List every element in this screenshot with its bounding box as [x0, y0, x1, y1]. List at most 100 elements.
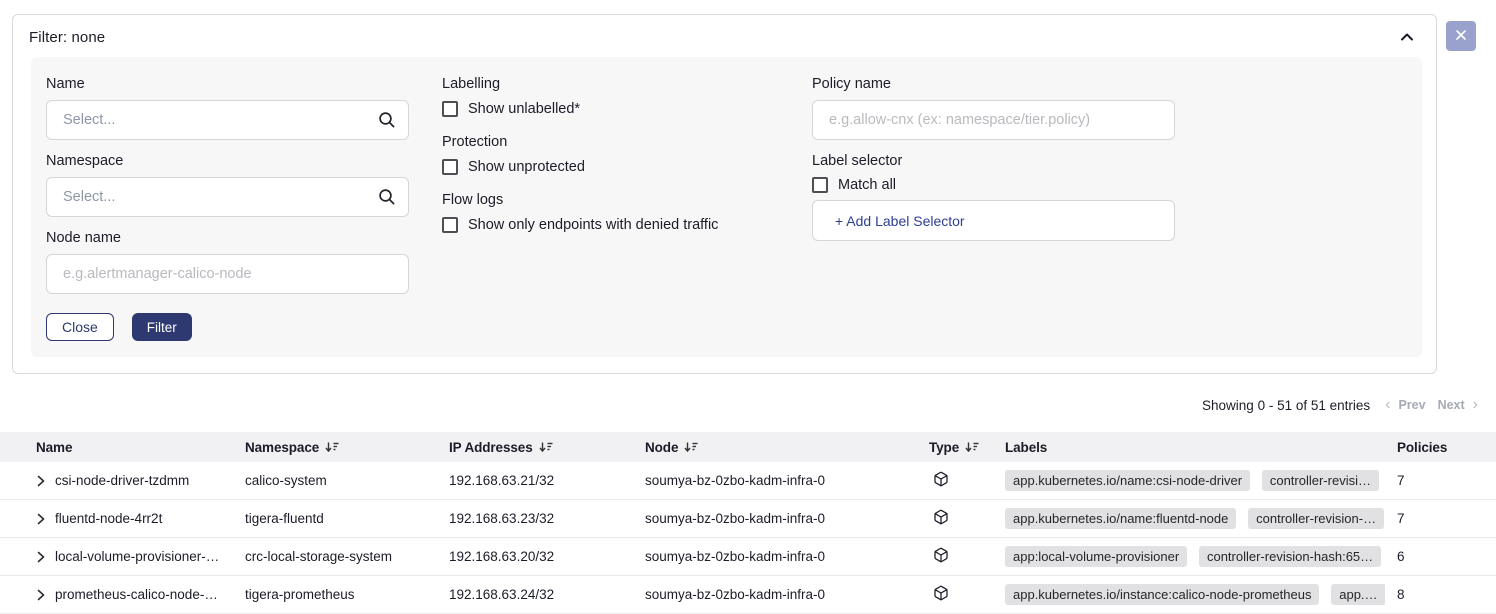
checkbox-icon — [442, 217, 458, 233]
checkbox-icon — [442, 159, 458, 175]
show-unprotected-checkbox[interactable]: Show unprotected — [442, 159, 777, 175]
close-button[interactable]: Close — [46, 313, 114, 341]
expand-row-icon[interactable] — [36, 550, 46, 564]
flow-logs-section-label: Flow logs — [442, 192, 777, 208]
labelling-section-label: Labelling — [442, 76, 777, 92]
show-unlabelled-checkbox[interactable]: Show unlabelled* — [442, 101, 777, 117]
search-icon — [378, 188, 396, 211]
endpoint-ip: 192.168.63.21/32 — [437, 473, 633, 488]
dismiss-panel-button[interactable] — [1446, 21, 1476, 51]
label-chip: controller-revision-hash:65… — [1199, 546, 1381, 567]
match-all-checkbox[interactable]: Match all — [812, 177, 1175, 193]
prev-page-button[interactable]: Prev — [1398, 398, 1425, 412]
label-chip: app.kubernetes.io/name:fluentd-node — [1005, 508, 1236, 529]
table-header-row: Name Namespace IP Addresses Node Type — [0, 432, 1496, 462]
add-label-selector-button[interactable]: + Add Label Selector — [812, 200, 1175, 241]
endpoint-labels: app.kubernetes.io/name:fluentd-node cont… — [993, 508, 1385, 529]
node-name-field-label: Node name — [46, 230, 409, 246]
sort-icon[interactable] — [325, 441, 339, 453]
search-icon — [378, 111, 396, 134]
checkbox-icon — [442, 101, 458, 117]
endpoint-policies-count: 6 — [1385, 549, 1496, 564]
close-icon — [1455, 29, 1467, 44]
endpoint-type — [917, 585, 993, 604]
endpoint-labels: app:local-volume-provisioner controller-… — [993, 546, 1385, 567]
column-header-name: Name — [0, 440, 233, 455]
namespace-field-label: Namespace — [46, 153, 409, 169]
name-field-label: Name — [46, 76, 409, 92]
endpoint-namespace: crc-local-storage-system — [233, 549, 437, 564]
filter-title: Filter: none — [29, 29, 105, 46]
column-header-namespace[interactable]: Namespace — [233, 440, 437, 455]
endpoint-policies-count: 8 — [1385, 587, 1496, 602]
endpoint-name: prometheus-calico-node-… — [55, 587, 218, 602]
label-chip: app.kubernetes.io/name:csi-node-driver — [1005, 470, 1250, 491]
denied-traffic-checkbox[interactable]: Show only endpoints with denied traffic — [442, 217, 777, 233]
pod-cube-icon — [933, 471, 949, 490]
column-header-policies: Policies — [1385, 440, 1496, 455]
protection-section-label: Protection — [442, 134, 777, 150]
endpoints-table: Name Namespace IP Addresses Node Type — [0, 432, 1496, 614]
table-row[interactable]: csi-node-driver-tzdmm calico-system 192.… — [0, 462, 1496, 500]
sort-icon[interactable] — [965, 441, 979, 453]
endpoint-node: soumya-bz-0zbo-kadm-infra-0 — [633, 587, 917, 602]
label-selector-section-label: Label selector — [812, 153, 1175, 169]
column-header-ip-addresses[interactable]: IP Addresses — [437, 440, 633, 455]
name-select-input[interactable] — [46, 100, 409, 140]
label-chip: app.kubernetes.io/instance:calico-node-p… — [1005, 584, 1319, 605]
endpoint-namespace: calico-system — [233, 473, 437, 488]
column-header-node[interactable]: Node — [633, 440, 917, 455]
pagination: Showing 0 - 51 of 51 entries ‹ Prev Next… — [1202, 397, 1480, 413]
namespace-select-input[interactable] — [46, 177, 409, 217]
pod-cube-icon — [933, 585, 949, 604]
endpoint-node: soumya-bz-0zbo-kadm-infra-0 — [633, 549, 917, 564]
endpoint-namespace: tigera-fluentd — [233, 511, 437, 526]
chevron-right-icon[interactable]: › — [1473, 397, 1478, 413]
expand-row-icon[interactable] — [36, 474, 46, 488]
pod-cube-icon — [933, 509, 949, 528]
policy-name-input[interactable] — [812, 100, 1175, 140]
collapse-filter-button[interactable] — [1396, 28, 1418, 47]
checkbox-icon — [812, 177, 828, 193]
expand-row-icon[interactable] — [36, 588, 46, 602]
endpoint-name: local-volume-provisioner-… — [55, 549, 219, 564]
chevron-up-icon — [1400, 30, 1414, 45]
column-header-labels: Labels — [993, 440, 1385, 455]
endpoint-ip: 192.168.63.23/32 — [437, 511, 633, 526]
endpoint-labels: app.kubernetes.io/name:csi-node-driver c… — [993, 470, 1385, 491]
table-row[interactable]: fluentd-node-4rr2t tigera-fluentd 192.16… — [0, 500, 1496, 538]
table-row[interactable]: local-volume-provisioner-… crc-local-sto… — [0, 538, 1496, 576]
endpoint-node: soumya-bz-0zbo-kadm-infra-0 — [633, 511, 917, 526]
table-body: csi-node-driver-tzdmm calico-system 192.… — [0, 462, 1496, 614]
sort-icon[interactable] — [684, 441, 698, 453]
endpoint-type — [917, 509, 993, 528]
endpoint-namespace: tigera-prometheus — [233, 587, 437, 602]
filter-card: Filter: none Name — [12, 14, 1437, 374]
chevron-left-icon[interactable]: ‹ — [1385, 397, 1390, 413]
endpoint-type — [917, 547, 993, 566]
table-row[interactable]: prometheus-calico-node-… tigera-promethe… — [0, 576, 1496, 614]
filter-form: Name Namespace — [31, 57, 1422, 357]
endpoint-ip: 192.168.63.20/32 — [437, 549, 633, 564]
endpoint-policies-count: 7 — [1385, 511, 1496, 526]
endpoint-node: soumya-bz-0zbo-kadm-infra-0 — [633, 473, 917, 488]
endpoint-name: csi-node-driver-tzdmm — [55, 473, 189, 488]
endpoint-name: fluentd-node-4rr2t — [55, 511, 162, 526]
policy-name-field-label: Policy name — [812, 76, 1175, 92]
filter-card-header: Filter: none — [13, 15, 1436, 57]
endpoint-ip: 192.168.63.24/32 — [437, 587, 633, 602]
endpoint-labels: app.kubernetes.io/instance:calico-node-p… — [993, 584, 1385, 605]
endpoint-policies-count: 7 — [1385, 473, 1496, 488]
node-name-input[interactable] — [46, 254, 409, 294]
entries-summary: Showing 0 - 51 of 51 entries — [1202, 398, 1370, 413]
next-page-button[interactable]: Next — [1438, 398, 1465, 412]
filter-button[interactable]: Filter — [132, 313, 192, 341]
endpoint-type — [917, 471, 993, 490]
label-chip: controller-revision-… — [1248, 508, 1384, 529]
filter-panel: Filter: none Name — [12, 14, 1476, 374]
sort-icon[interactable] — [539, 441, 553, 453]
column-header-type[interactable]: Type — [917, 440, 993, 455]
pod-cube-icon — [933, 547, 949, 566]
expand-row-icon[interactable] — [36, 512, 46, 526]
label-chip: app:local-volume-provisioner — [1005, 546, 1187, 567]
